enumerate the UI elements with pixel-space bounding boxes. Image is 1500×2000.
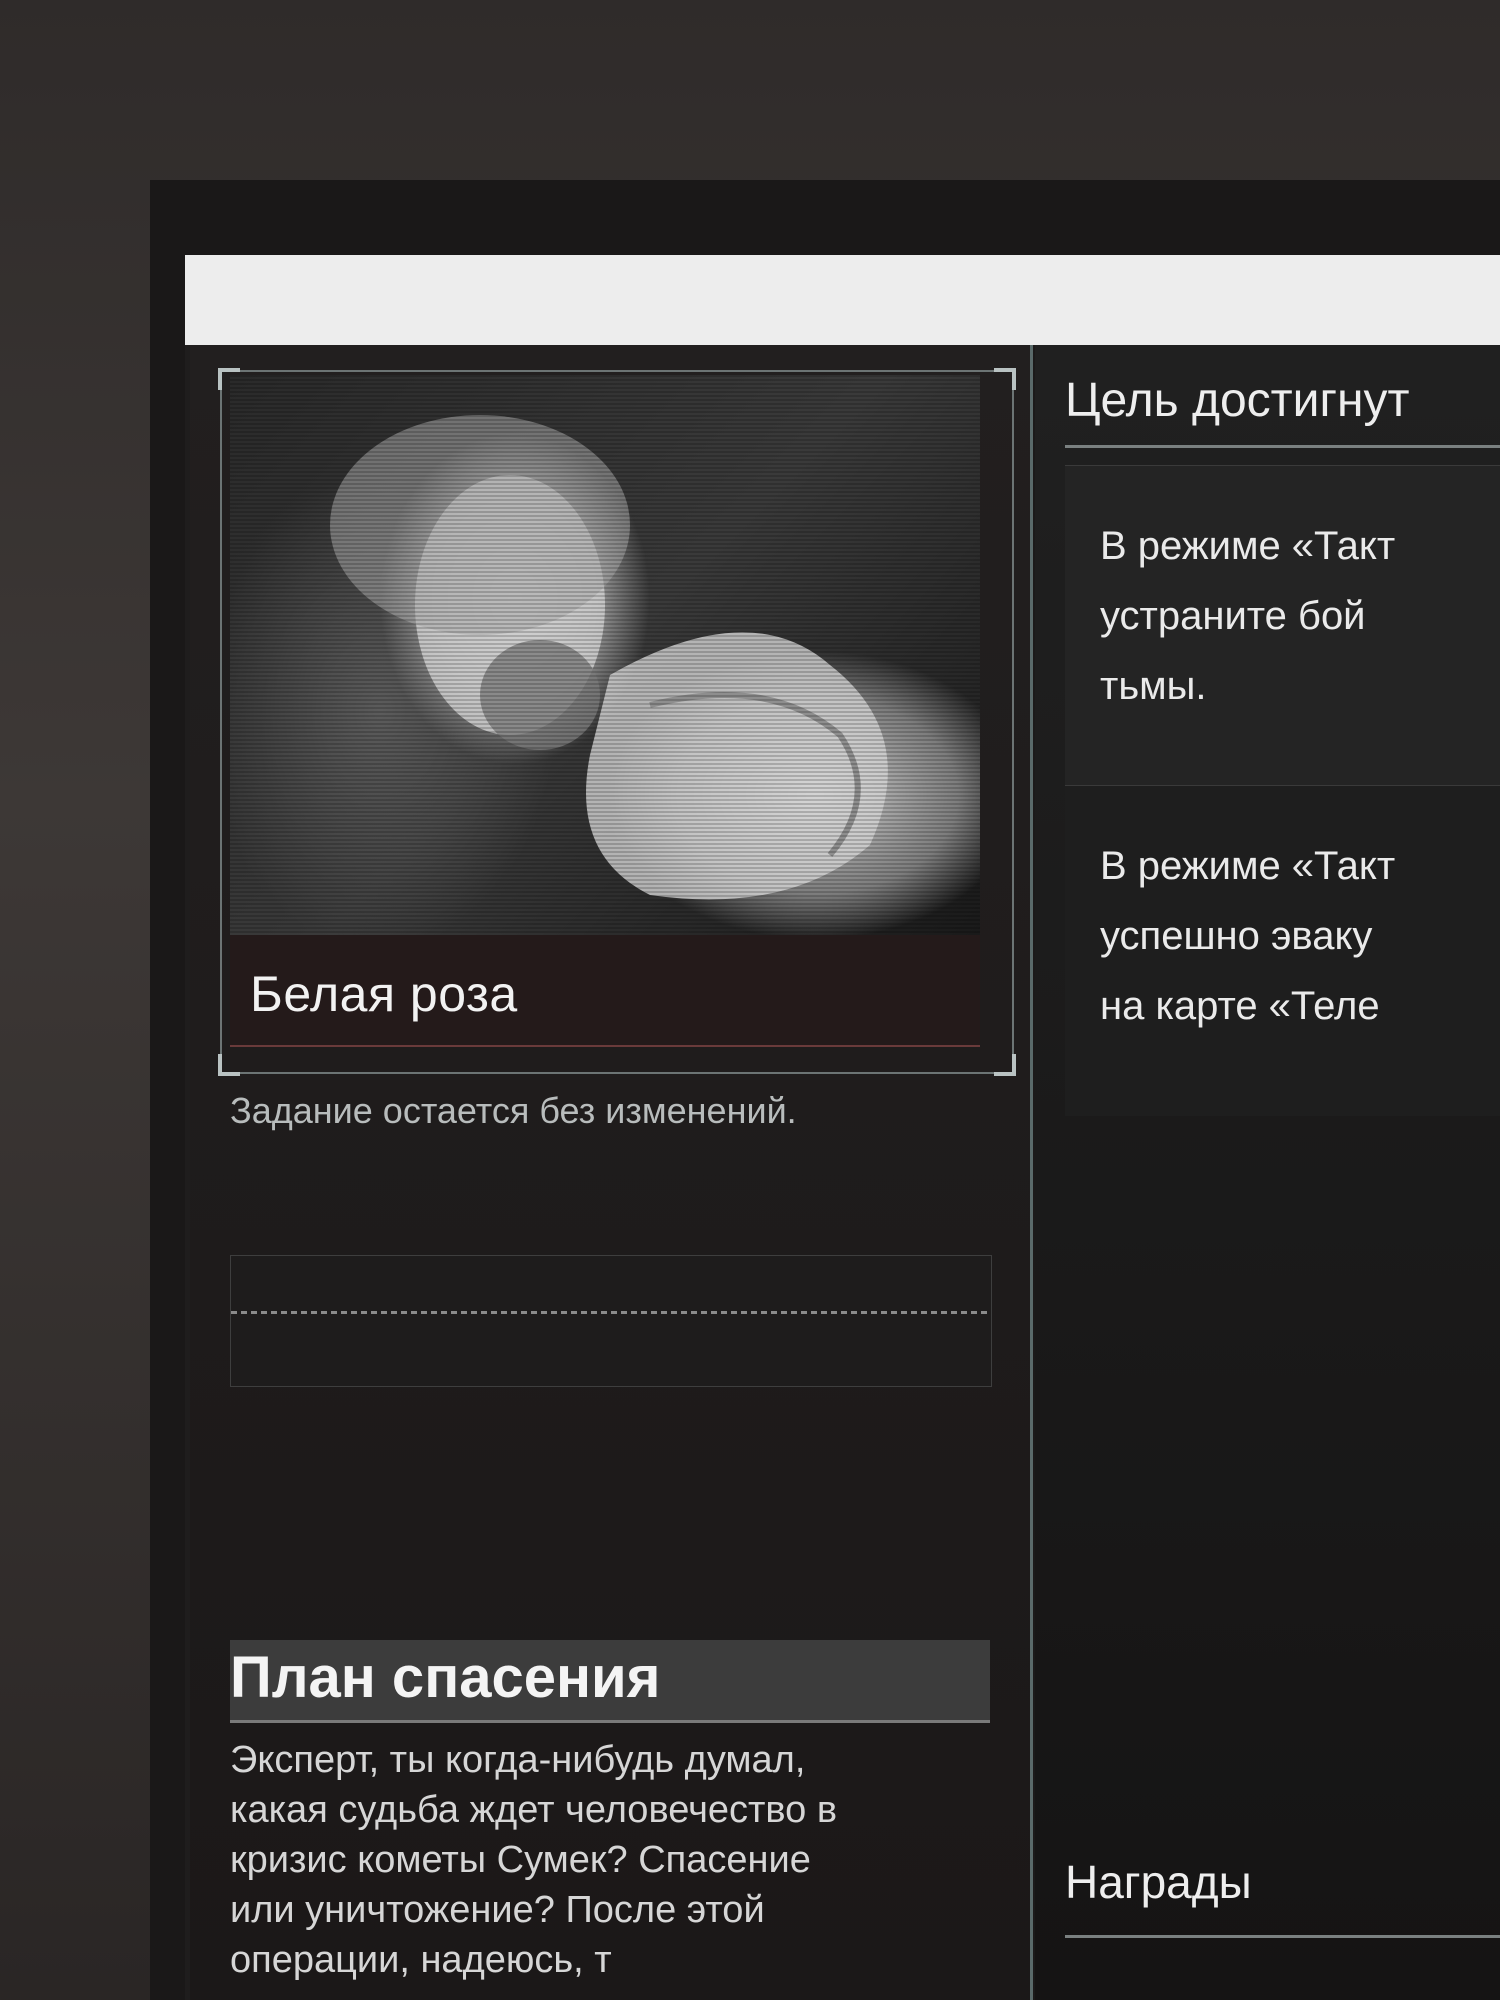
rewards-divider (1065, 1935, 1500, 1938)
plan-text-line: операции, надеюсь, т (230, 1939, 612, 1981)
top-bar (185, 255, 1500, 345)
objective-line: В режиме «Такт (1100, 844, 1396, 888)
plan-description: Эксперт, ты когда-нибудь думал, какая су… (230, 1735, 990, 1985)
progress-track (230, 1255, 992, 1387)
progress-tracker (230, 1225, 992, 1395)
quest-screen: Белая роза Задание остается без изменени… (190, 345, 1500, 2000)
quest-status: Задание остается без изменений. (230, 1090, 797, 1131)
plan-text-line: кризис кометы Сумек? Спасение (230, 1839, 811, 1881)
plan-text-line: какая судьба ждет человечество в (230, 1789, 838, 1831)
goal-header: Цель достигнут (1065, 365, 1500, 448)
plan-text-line: Эксперт, ты когда-нибудь думал, (230, 1739, 806, 1781)
objective-line: на карте «Теле (1100, 984, 1380, 1028)
objective-line: тьмы. (1100, 664, 1207, 708)
objective-line: В режиме «Такт (1100, 524, 1396, 568)
frame-corner (994, 1054, 1016, 1076)
objective-text: В режиме «Такт успешно эваку на карте «Т… (1100, 831, 1395, 1041)
plan-text-line: или уничтожение? После этой (230, 1889, 765, 1931)
frame-corner (994, 368, 1016, 390)
objective-line: успешно эваку (1100, 914, 1373, 958)
goal-title: Цель достигнут (1065, 374, 1410, 427)
plan-title: План спасения (230, 1645, 661, 1710)
objective-item[interactable]: В режиме «Такт успешно эваку на карте «Т… (1065, 785, 1500, 1116)
objective-item[interactable]: В режиме «Такт устраните бой тьмы. (1065, 465, 1500, 786)
quest-detail-panel: Белая роза Задание остается без изменени… (190, 345, 1033, 2000)
progress-line (231, 1311, 991, 1314)
quest-card-caption: Белая роза (230, 935, 980, 1047)
objective-text: В режиме «Такт устраните бой тьмы. (1100, 511, 1395, 721)
rewards-title: Награды (1065, 1856, 1252, 1908)
objective-line: устраните бой (1100, 594, 1366, 638)
plan-header: План спасения (230, 1640, 990, 1723)
quest-title: Белая роза (250, 966, 518, 1022)
portrait-illustration (230, 375, 980, 935)
objectives-panel: Цель достигнут В режиме «Такт устраните … (1035, 345, 1500, 2000)
frame-corner (218, 1054, 240, 1076)
portrait-image (230, 375, 980, 935)
